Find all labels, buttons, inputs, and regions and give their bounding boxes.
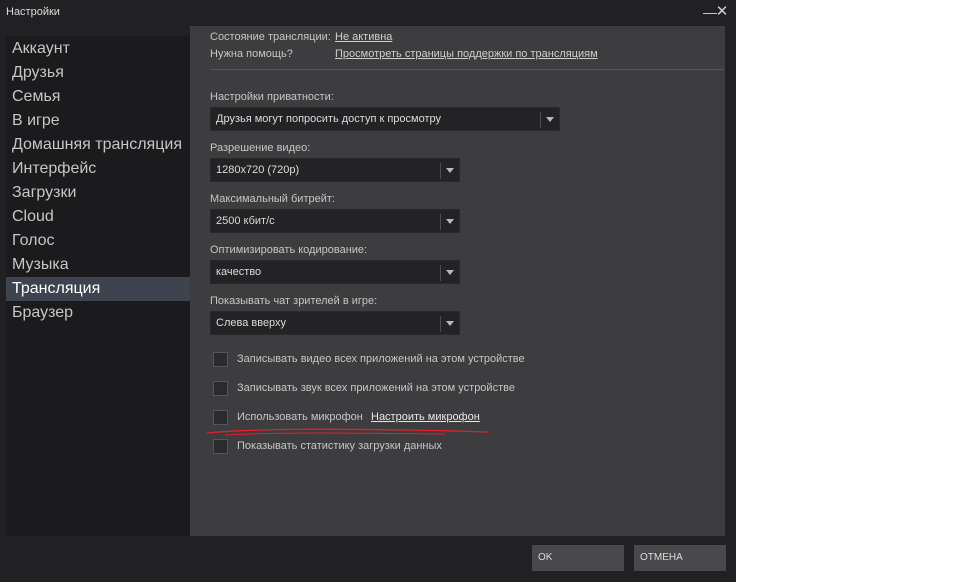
close-icon[interactable]: ✕ [714, 3, 730, 21]
resolution-label: Разрешение видео: [210, 142, 311, 154]
chevron-down-icon [446, 219, 454, 224]
broadcast-settings-panel: Состояние трансляции: Не активна Нужна п… [190, 26, 725, 536]
record-video-checkbox[interactable] [213, 352, 228, 367]
ok-button[interactable]: OK [532, 545, 624, 571]
bitrate-value: 2500 кбит/с [216, 215, 275, 227]
sidebar-item-interface[interactable]: Интерфейс [6, 157, 190, 181]
chat-position-value: Слева вверху [216, 317, 287, 329]
sidebar-item-voice[interactable]: Голос [6, 229, 190, 253]
chevron-down-icon [546, 117, 554, 122]
bitrate-label: Максимальный битрейт: [210, 193, 335, 205]
encoding-dropdown[interactable]: качество [210, 260, 460, 284]
chevron-down-icon [446, 321, 454, 326]
privacy-value: Друзья могут попросить доступ к просмотр… [216, 113, 441, 125]
settings-window: Настройки — ✕ Аккаунт Друзья Семья В игр… [0, 0, 736, 582]
chevron-down-icon [446, 168, 454, 173]
chat-position-dropdown[interactable]: Слева вверху [210, 311, 460, 335]
record-audio-checkbox[interactable] [213, 381, 228, 396]
settings-sidebar: Аккаунт Друзья Семья В игре Домашняя тра… [6, 36, 190, 536]
sidebar-item-cloud[interactable]: Cloud [6, 205, 190, 229]
record-audio-label[interactable]: Записывать звук всех приложений на этом … [237, 382, 515, 394]
chat-position-label: Показывать чат зрителей в игре: [210, 295, 378, 307]
encoding-value: качество [216, 266, 262, 278]
configure-microphone-link[interactable]: Настроить микрофон [371, 411, 480, 423]
broadcast-status-label: Состояние трансляции: [210, 31, 331, 43]
sidebar-item-in-game[interactable]: В игре [6, 109, 190, 133]
chevron-down-icon [446, 270, 454, 275]
sidebar-item-music[interactable]: Музыка [6, 253, 190, 277]
sidebar-item-friends[interactable]: Друзья [6, 61, 190, 85]
dropdown-separator [540, 112, 541, 128]
sidebar-item-downloads[interactable]: Загрузки [6, 181, 190, 205]
resolution-value: 1280x720 (720p) [216, 164, 300, 176]
dropdown-separator [440, 265, 441, 281]
help-support-link[interactable]: Просмотреть страницы поддержки по трансл… [335, 48, 598, 60]
sidebar-item-home-streaming[interactable]: Домашняя трансляция [6, 133, 190, 157]
sidebar-nav-list: Аккаунт Друзья Семья В игре Домашняя тра… [6, 36, 190, 325]
red-annotation-underline [206, 428, 490, 436]
upload-stats-checkbox[interactable] [213, 439, 228, 454]
bitrate-dropdown[interactable]: 2500 кбит/с [210, 209, 460, 233]
sidebar-item-family[interactable]: Семья [6, 85, 190, 109]
resolution-dropdown[interactable]: 1280x720 (720p) [210, 158, 460, 182]
sidebar-item-account[interactable]: Аккаунт [6, 37, 190, 61]
upload-stats-label[interactable]: Показывать статистику загрузки данных [237, 440, 442, 452]
sidebar-item-broadcasting[interactable]: Трансляция [6, 277, 190, 301]
use-microphone-checkbox[interactable] [213, 410, 228, 425]
dropdown-separator [440, 214, 441, 230]
privacy-label: Настройки приватности: [210, 91, 334, 103]
broadcast-status-link[interactable]: Не активна [335, 31, 392, 43]
divider [210, 69, 724, 70]
sidebar-item-browser[interactable]: Браузер [6, 301, 190, 325]
encoding-label: Оптимизировать кодирование: [210, 244, 368, 256]
use-microphone-label[interactable]: Использовать микрофон [237, 411, 363, 423]
dropdown-separator [440, 163, 441, 179]
privacy-dropdown[interactable]: Друзья могут попросить доступ к просмотр… [210, 107, 560, 131]
window-title: Настройки [6, 6, 60, 18]
title-bar: Настройки — ✕ [0, 0, 736, 26]
dropdown-separator [440, 316, 441, 332]
cancel-button[interactable]: ОТМЕНА [634, 545, 726, 571]
help-label: Нужна помощь? [210, 48, 293, 60]
record-video-label[interactable]: Записывать видео всех приложений на этом… [237, 353, 525, 365]
